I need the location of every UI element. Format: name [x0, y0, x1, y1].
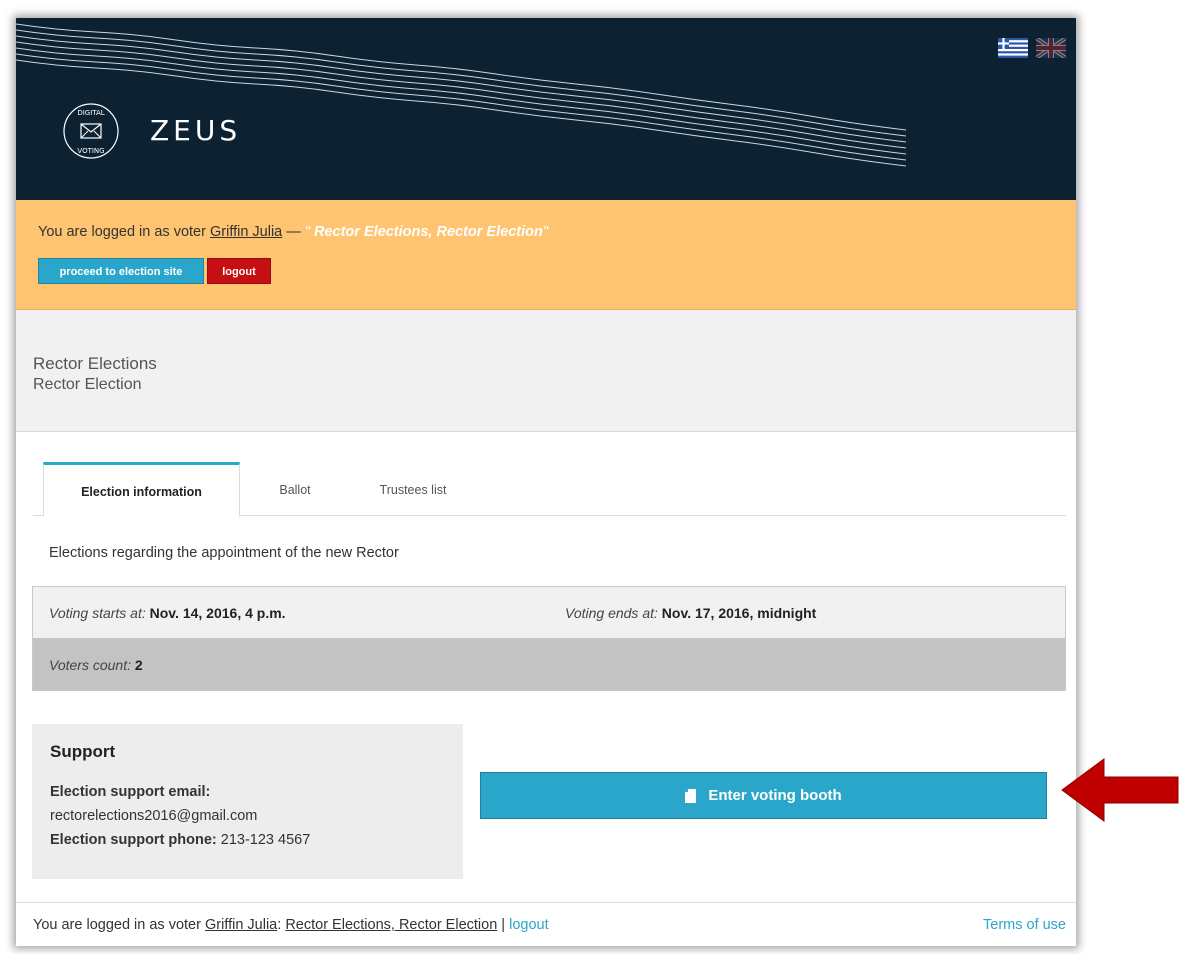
voter-name-link[interactable]: Griffin Julia: [210, 224, 282, 240]
page-footer: You are logged in as voter Griffin Julia…: [16, 902, 1076, 946]
election-info-table: Voting starts at: Nov. 14, 2016, 4 p.m. …: [32, 586, 1066, 691]
red-arrow-pointer: [1061, 758, 1179, 822]
voting-end: Voting ends at: Nov. 17, 2016, midnight: [565, 605, 816, 621]
support-phone-value: 213-123 4567: [220, 832, 311, 848]
election-title: Rector Elections: [33, 354, 157, 373]
election-title-area: Rector Elections Rector Election: [16, 310, 1076, 432]
logout-button[interactable]: logout: [207, 258, 271, 284]
proceed-to-election-site-button[interactable]: proceed to election site: [38, 258, 204, 284]
voters-count-row: Voters count: 2: [33, 639, 1065, 690]
login-status-text: You are logged in as voter Griffin Julia…: [38, 224, 548, 240]
footer-prefix: You are logged in as voter: [33, 917, 205, 933]
uk-flag-icon[interactable]: [1036, 38, 1066, 58]
enter-voting-booth-button[interactable]: Enter voting booth: [480, 772, 1047, 819]
tab-trustees-list[interactable]: Trustees list: [363, 462, 463, 516]
login-prefix: You are logged in as voter: [38, 224, 210, 240]
quote-close: ": [542, 224, 548, 240]
tab-bar: Election information Ballot Trustees lis…: [33, 462, 1066, 517]
logo-text-top: DIGITAL: [77, 109, 104, 117]
site-header: DIGITAL VOTING ZEUS: [16, 18, 1076, 200]
election-subtitle: Rector Election: [33, 376, 142, 393]
voters-count-label: Voters count:: [49, 657, 131, 673]
document-icon: [685, 788, 697, 803]
voting-start-value: Nov. 14, 2016, 4 p.m.: [149, 605, 286, 621]
brand-name: ZEUS: [150, 114, 242, 147]
support-email-label: Election support email:: [50, 784, 211, 800]
header-wave-lines: [16, 23, 907, 167]
tab-ballot[interactable]: Ballot: [260, 462, 330, 516]
voters-count-value: 2: [134, 657, 143, 673]
footer-logout-link[interactable]: logout: [509, 917, 549, 933]
language-selector: [998, 38, 1066, 58]
enter-voting-booth-label: Enter voting booth: [708, 787, 842, 804]
voting-period-row: Voting starts at: Nov. 14, 2016, 4 p.m. …: [33, 587, 1065, 639]
logo-text-bottom: VOTING: [77, 147, 104, 155]
support-panel: Support Election support email: rectorel…: [32, 724, 463, 879]
voting-end-value: Nov. 17, 2016, midnight: [661, 605, 817, 621]
voters-count: Voters count: 2: [49, 657, 143, 673]
support-phone: Election support phone: 213-123 4567: [50, 832, 310, 848]
login-dash: —: [282, 224, 305, 240]
election-description: Elections regarding the appointment of t…: [49, 545, 399, 561]
login-status-bar: You are logged in as voter Griffin Julia…: [16, 200, 1076, 310]
footer-separator: |: [497, 917, 510, 933]
support-phone-label: Election support phone:: [50, 832, 217, 848]
voting-start: Voting starts at: Nov. 14, 2016, 4 p.m.: [49, 605, 286, 621]
footer-election-link[interactable]: Rector Elections, Rector Election: [285, 917, 497, 933]
voting-end-label: Voting ends at:: [565, 605, 658, 621]
tab-election-information[interactable]: Election information: [43, 462, 240, 517]
footer-voter-name-link[interactable]: Griffin Julia: [205, 917, 277, 933]
voting-start-label: Voting starts at:: [49, 605, 146, 621]
zeus-logo-icon: DIGITAL VOTING: [63, 103, 119, 159]
support-email-value: rectorelections2016@gmail.com: [50, 808, 258, 824]
footer-login-status: You are logged in as voter Griffin Julia…: [33, 917, 549, 933]
login-election-name: Rector Elections, Rector Election: [309, 224, 543, 240]
page-frame: DIGITAL VOTING ZEUS You are logged in as…: [16, 18, 1076, 946]
support-heading: Support: [50, 742, 116, 761]
terms-of-use-link[interactable]: Terms of use: [983, 917, 1066, 933]
greek-flag-icon[interactable]: [998, 38, 1028, 58]
